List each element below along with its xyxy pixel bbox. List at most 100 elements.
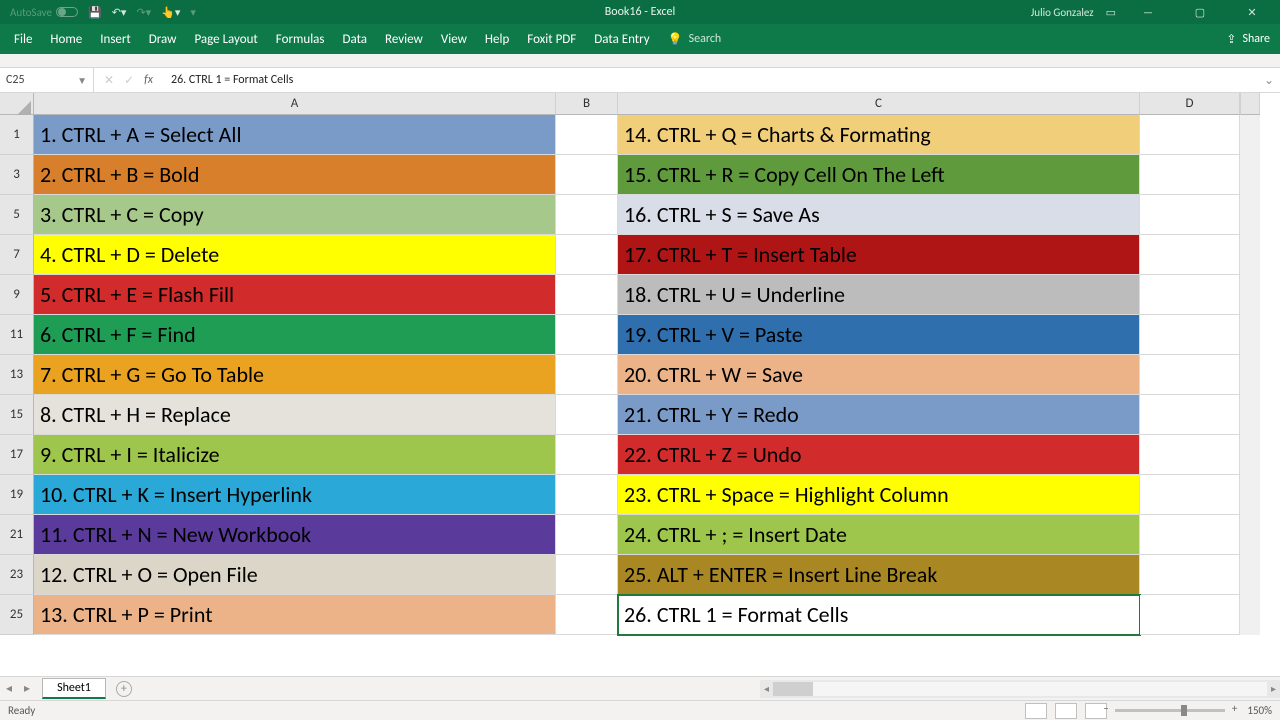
col-header-d[interactable]: D xyxy=(1140,93,1240,115)
vscroll-track[interactable] xyxy=(1240,475,1260,515)
tab-formulas[interactable]: Formulas xyxy=(276,32,325,47)
sheet-tab[interactable]: Sheet1 xyxy=(42,678,106,699)
cell[interactable] xyxy=(556,235,618,275)
cell[interactable] xyxy=(1140,195,1240,235)
col-header-c[interactable]: C xyxy=(618,93,1140,115)
undo-icon[interactable]: ↶▾ xyxy=(112,6,127,19)
expand-formula-bar-icon[interactable]: ⌄ xyxy=(1264,73,1280,88)
row-header[interactable]: 19 xyxy=(0,475,34,515)
tab-help[interactable]: Help xyxy=(485,32,509,47)
cell[interactable]: 22. CTRL + Z = Undo xyxy=(618,435,1140,475)
tab-foxit-pdf[interactable]: Foxit PDF xyxy=(527,32,576,47)
horizontal-scrollbar[interactable]: ◂▸ xyxy=(760,680,1280,698)
cell[interactable] xyxy=(556,555,618,595)
row-header[interactable]: 9 xyxy=(0,275,34,315)
tab-insert[interactable]: Insert xyxy=(100,32,131,47)
name-box[interactable]: C25▼ xyxy=(0,68,94,92)
col-header-a[interactable]: A xyxy=(34,93,556,115)
tab-page-layout[interactable]: Page Layout xyxy=(194,32,257,47)
tab-review[interactable]: Review xyxy=(385,32,423,47)
row-header[interactable]: 11 xyxy=(0,315,34,355)
cell[interactable]: 18. CTRL + U = Underline xyxy=(618,275,1140,315)
enter-formula-icon[interactable]: ✓ xyxy=(124,73,134,88)
spreadsheet-grid[interactable]: A B C D 11. CTRL + A = Select All14. CTR… xyxy=(0,93,1280,635)
cell[interactable] xyxy=(1140,275,1240,315)
cell[interactable] xyxy=(556,275,618,315)
user-name[interactable]: Julio Gonzalez xyxy=(1031,6,1094,19)
cell[interactable] xyxy=(1140,235,1240,275)
vscroll-track[interactable] xyxy=(1240,515,1260,555)
cell[interactable] xyxy=(1140,555,1240,595)
sheet-nav-prev[interactable]: ◂ xyxy=(0,681,18,696)
cell[interactable]: 6. CTRL + F = Find xyxy=(34,315,556,355)
cell[interactable]: 2. CTRL + B = Bold xyxy=(34,155,556,195)
formula-input[interactable]: 26. CTRL 1 = Format Cells xyxy=(163,73,293,87)
cell[interactable] xyxy=(1140,435,1240,475)
cell[interactable]: 20. CTRL + W = Save xyxy=(618,355,1140,395)
vscroll-track[interactable] xyxy=(1240,195,1260,235)
vscroll-track[interactable] xyxy=(1240,355,1260,395)
cell[interactable]: 15. CTRL + R = Copy Cell On The Left xyxy=(618,155,1140,195)
add-sheet-button[interactable]: + xyxy=(116,681,132,697)
cell[interactable]: 16. CTRL + S = Save As xyxy=(618,195,1140,235)
vscroll-track[interactable] xyxy=(1240,235,1260,275)
vscroll-track[interactable] xyxy=(1240,395,1260,435)
cell[interactable] xyxy=(556,155,618,195)
cell[interactable] xyxy=(556,595,618,635)
vscroll-track[interactable] xyxy=(1240,115,1260,155)
cell[interactable] xyxy=(1140,395,1240,435)
row-header[interactable]: 17 xyxy=(0,435,34,475)
qat-customize-icon[interactable]: ▾ xyxy=(190,6,196,19)
cell[interactable] xyxy=(1140,475,1240,515)
cell[interactable]: 1. CTRL + A = Select All xyxy=(34,115,556,155)
cell[interactable]: 3. CTRL + C = Copy xyxy=(34,195,556,235)
cell[interactable]: 12. CTRL + O = Open File xyxy=(34,555,556,595)
cell[interactable] xyxy=(1140,595,1240,635)
row-header[interactable]: 3 xyxy=(0,155,34,195)
redo-icon[interactable]: ↷▾ xyxy=(136,6,151,19)
cell[interactable]: 10. CTRL + K = Insert Hyperlink xyxy=(34,475,556,515)
cell[interactable] xyxy=(556,195,618,235)
cell[interactable] xyxy=(556,315,618,355)
cell[interactable]: 25. ALT + ENTER = Insert Line Break xyxy=(618,555,1140,595)
cell[interactable] xyxy=(1140,515,1240,555)
zoom-slider[interactable] xyxy=(1115,709,1225,712)
cancel-formula-icon[interactable]: ✕ xyxy=(104,73,114,88)
search-box[interactable]: 💡 Search xyxy=(668,32,722,47)
chevron-down-icon[interactable]: ▼ xyxy=(77,74,93,87)
cell[interactable] xyxy=(1140,155,1240,195)
zoom-level[interactable]: 150% xyxy=(1247,704,1272,717)
cell[interactable] xyxy=(556,115,618,155)
row-header[interactable]: 25 xyxy=(0,595,34,635)
cell[interactable]: 19. CTRL + V = Paste xyxy=(618,315,1140,355)
cell[interactable] xyxy=(1140,355,1240,395)
select-all-corner[interactable] xyxy=(0,93,34,115)
cell[interactable] xyxy=(556,475,618,515)
vscroll-track[interactable] xyxy=(1240,315,1260,355)
row-header[interactable]: 21 xyxy=(0,515,34,555)
touch-mode-icon[interactable]: 👆▾ xyxy=(161,6,180,19)
cell[interactable]: 4. CTRL + D = Delete xyxy=(34,235,556,275)
maximize-button[interactable]: ▢ xyxy=(1180,0,1220,24)
cell[interactable] xyxy=(1140,315,1240,355)
tab-view[interactable]: View xyxy=(441,32,467,47)
cell[interactable]: 14. CTRL + Q = Charts & Formating xyxy=(618,115,1140,155)
cell[interactable]: 26. CTRL 1 = Format Cells xyxy=(618,595,1140,635)
cell[interactable]: 8. CTRL + H = Replace xyxy=(34,395,556,435)
autosave-toggle[interactable]: AutoSave xyxy=(10,6,78,19)
tab-draw[interactable]: Draw xyxy=(149,32,177,47)
cell[interactable]: 7. CTRL + G = Go To Table xyxy=(34,355,556,395)
vscroll-track[interactable] xyxy=(1240,435,1260,475)
tab-home[interactable]: Home xyxy=(50,32,82,47)
cell[interactable]: 5. CTRL + E = Flash Fill xyxy=(34,275,556,315)
row-header[interactable]: 23 xyxy=(0,555,34,595)
vscroll-track[interactable] xyxy=(1240,275,1260,315)
fx-icon[interactable]: fx xyxy=(144,73,153,87)
tab-data[interactable]: Data xyxy=(343,32,368,47)
vscroll-track[interactable] xyxy=(1240,595,1260,635)
cell[interactable] xyxy=(556,355,618,395)
cell[interactable]: 13. CTRL + P = Print xyxy=(34,595,556,635)
close-button[interactable]: ✕ xyxy=(1232,0,1272,24)
save-icon[interactable]: 💾 xyxy=(88,6,102,19)
page-layout-view-button[interactable] xyxy=(1055,703,1077,719)
